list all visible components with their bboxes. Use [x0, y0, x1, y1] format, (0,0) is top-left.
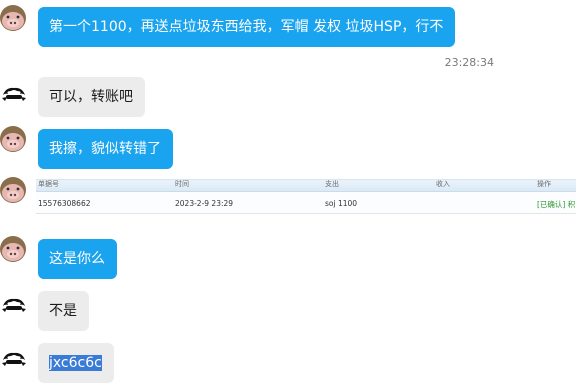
column-header: 单据号 [38, 180, 59, 188]
message-bubble-peer[interactable]: 这是你么 [38, 239, 117, 279]
bear-avatar[interactable] [0, 346, 28, 376]
message-bubble-me[interactable]: 不是 [38, 291, 89, 331]
transaction-amount: soj 1100 [325, 199, 358, 208]
transaction-status: [已确认] 积 [537, 200, 576, 209]
column-header: 时间 [175, 180, 189, 188]
bear-avatar[interactable] [0, 292, 28, 322]
message-text: 可以，转账吧 [49, 89, 133, 105]
message-text: 这是你么 [49, 251, 105, 267]
message-text: 第一个1100，再送点垃圾东西给我，军帽 发权 垃圾HSP，行不 [49, 19, 444, 35]
message-bubble-me[interactable]: 可以，转账吧 [38, 77, 145, 117]
column-header: 支出 [325, 180, 339, 188]
transaction-table-header: 单据号 时间 支出 收入 操作 [36, 180, 576, 192]
screenshot-image-message[interactable]: 单据号 时间 支出 收入 操作 15576308662 2023-2-9 23:… [36, 179, 576, 214]
pig-avatar[interactable] [0, 176, 28, 206]
transaction-id: 15576308662 [38, 199, 91, 208]
message-timestamp: 23:28:34 [444, 56, 494, 69]
message-text: 我擦，貌似转错了 [49, 141, 161, 157]
pig-avatar[interactable] [0, 125, 28, 155]
bear-avatar[interactable] [0, 81, 28, 111]
message-bubble-peer[interactable]: 我擦，貌似转错了 [38, 129, 173, 169]
transaction-time: 2023-2-9 23:29 [175, 199, 234, 208]
pig-avatar[interactable] [0, 4, 28, 34]
column-header: 收入 [436, 180, 450, 188]
transaction-row: 15576308662 2023-2-9 23:29 soj 1100 [已确认… [36, 192, 576, 213]
message-text-selected[interactable]: jxc6c6c [49, 355, 102, 371]
message-text: 不是 [49, 303, 77, 319]
message-bubble-peer[interactable]: 第一个1100，再送点垃圾东西给我，军帽 发权 垃圾HSP，行不 [38, 7, 456, 47]
pig-avatar[interactable] [0, 235, 28, 265]
message-bubble-me[interactable]: jxc6c6c [38, 343, 114, 383]
column-header: 操作 [537, 180, 551, 188]
